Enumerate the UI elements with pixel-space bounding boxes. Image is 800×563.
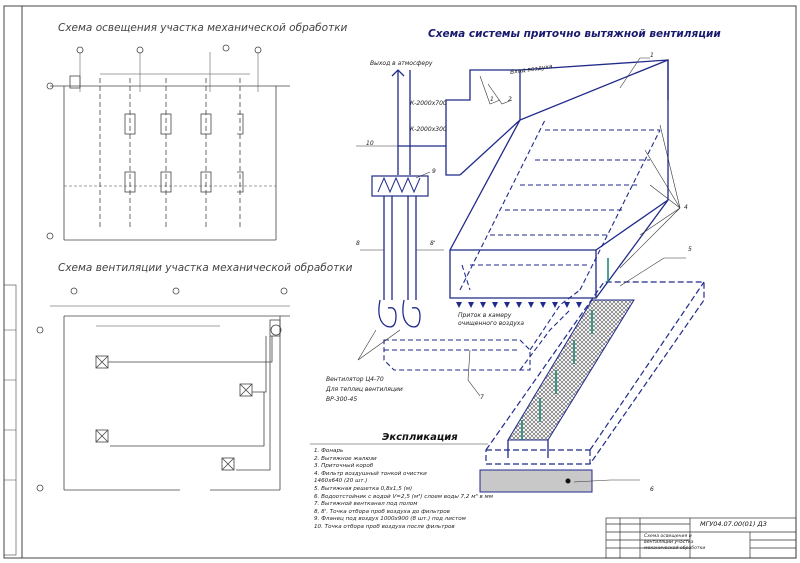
legend-item: 6. Водоотстойник с водой V=2,5 (м³) слое…	[314, 493, 493, 500]
label-fan-3: ВР-300-45	[326, 396, 358, 403]
stamp-code: МГУ04.07.00(01) ДЗ	[700, 520, 767, 528]
label-duct-1: К-2000х700	[410, 100, 447, 107]
label-inflow-2: очищенного воздуха	[458, 320, 525, 327]
lighting-plan	[46, 44, 290, 241]
stamp-name-1: Схема освещения и	[644, 534, 692, 539]
legend-item: 4. Фильтр воздушный тонкой очистки	[314, 470, 427, 477]
label-inflow-1: Приток в камеру	[458, 312, 512, 319]
callout-1: 1	[650, 52, 654, 59]
callout-2: 2	[508, 96, 512, 103]
callout-1b: 1	[490, 96, 494, 103]
callout-10: 10	[366, 140, 374, 147]
legend-item: 2. Вытяжное жалюзи	[314, 455, 377, 462]
lighting-title: Схема освещения участка механической обр…	[58, 22, 348, 34]
system-title: Схема системы приточно вытяжной вентиляц…	[428, 28, 721, 40]
ventilation-plan	[36, 287, 290, 492]
ventilation-title: Схема вентиляции участка механической об…	[58, 262, 353, 274]
callout-5: 5	[688, 246, 692, 253]
legend-item: 1. Фонарь	[314, 448, 344, 454]
callout-6: 6	[650, 486, 654, 493]
legend-item: 8, 8'. Точка отбора проб воздуха до филь…	[314, 508, 450, 515]
callout-8-prime: 8'	[430, 240, 436, 247]
legend-item: 5. Вытяжная решетка 0,8х1,5 (м)	[314, 485, 413, 492]
legend-item: 10. Точка отбора проб воздуха после филь…	[314, 523, 455, 530]
label-exhaust: Выход в атмосферу	[370, 60, 433, 67]
label-fan-2: Для теплиц вентиляции	[326, 386, 403, 393]
callout-8: 8	[356, 240, 360, 247]
ventilation-system	[371, 59, 705, 465]
stamp-name-3: механической обработки	[644, 546, 706, 551]
legend-item: 7. Вытяжной вентканал под полом	[314, 501, 418, 508]
legend-item: 3. Приточный короб	[314, 463, 374, 470]
label-fan-1: Вентилятор Ц4-70	[326, 376, 384, 383]
callout-9: 9	[432, 168, 436, 175]
label-duct-2: К-2000х300	[410, 126, 447, 133]
legend-list: 1. Фонарь 2. Вытяжное жалюзи 3. Приточны…	[314, 448, 514, 532]
legend-item: 9. Фланец под воздух 1000х900 (8 шт.) по…	[314, 516, 466, 523]
callout-4: 4	[684, 204, 688, 211]
legend-title: Экспликация	[382, 432, 458, 443]
legend-item: 1460х640 (20 шт.)	[314, 478, 368, 485]
callout-7: 7	[480, 394, 484, 401]
stamp-name-2: вентиляции участка	[644, 540, 694, 545]
